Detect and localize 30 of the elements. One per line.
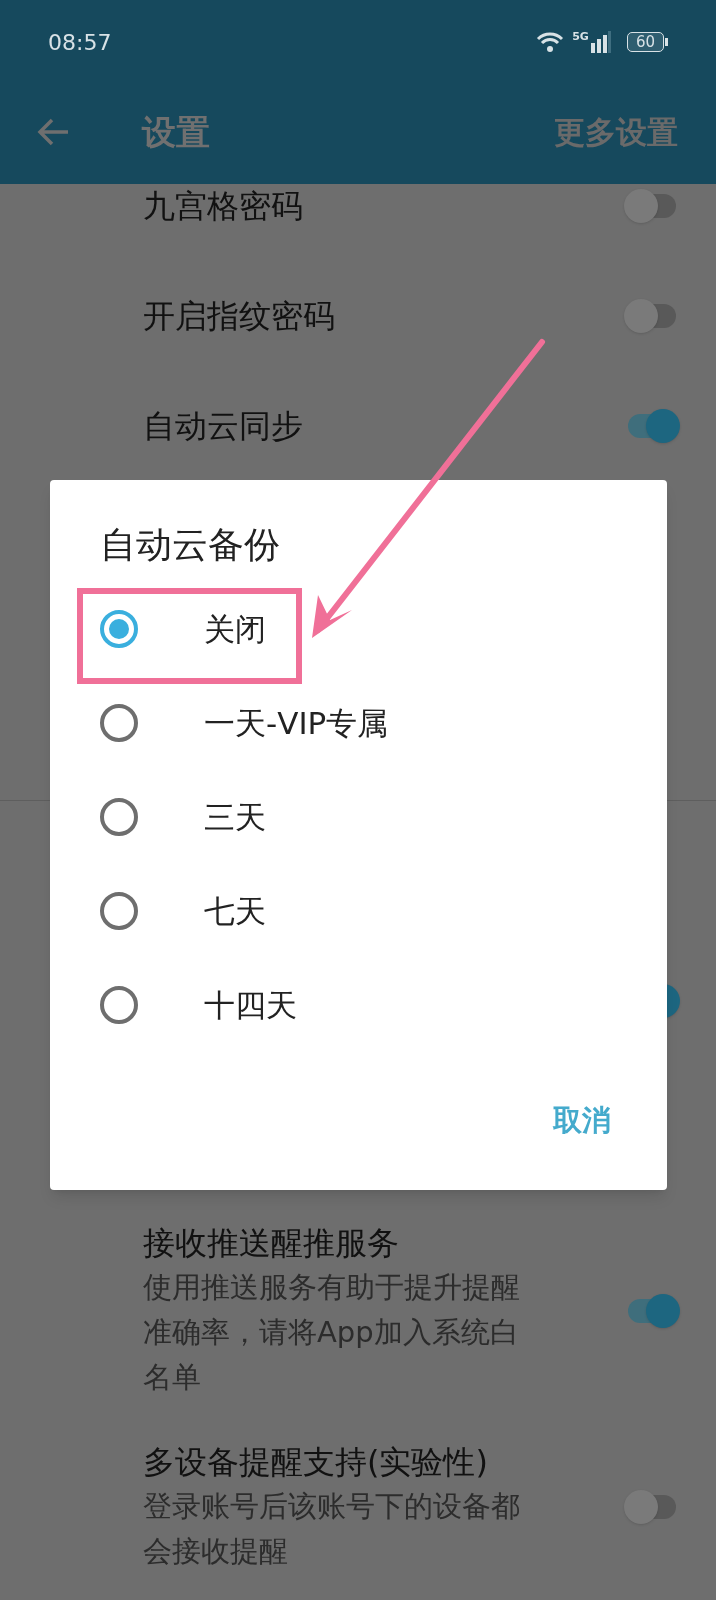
radio-option[interactable]: 关闭 [50, 582, 667, 676]
setting-title: 九宫格密码 [143, 186, 303, 227]
status-time: 08:57 [48, 28, 112, 57]
dialog-title: 自动云备份 [100, 523, 281, 567]
option-label: 三天 [204, 797, 266, 837]
option-label: 关闭 [204, 609, 266, 649]
app-bar-title: 设置 [142, 110, 210, 154]
setting-title: 多设备提醒支持(实验性) [143, 1442, 489, 1483]
radio-button[interactable] [100, 986, 138, 1024]
option-label: 七天 [204, 891, 266, 931]
setting-title: 开启指纹密码 [143, 296, 335, 337]
setting-description: 使用推送服务有助于提升提醒准确率，请将App加入系统白名单 [143, 1269, 521, 1396]
radio-button[interactable] [100, 798, 138, 836]
back-arrow-icon[interactable] [36, 117, 70, 147]
network-label: 5G [572, 31, 589, 42]
radio-option[interactable]: 一天-VIP专属 [50, 676, 667, 770]
wifi-icon [536, 31, 565, 53]
radio-button[interactable] [100, 610, 138, 648]
setting-description: 登录账号后该账号下的设备都会接收提醒 [143, 1488, 521, 1570]
setting-title: 接收推送醒推服务 [143, 1223, 400, 1264]
option-label: 一天-VIP专属 [204, 703, 389, 743]
radio-option[interactable]: 七天 [50, 864, 667, 958]
signal-icon [590, 31, 611, 53]
radio-button[interactable] [100, 704, 138, 742]
radio-option[interactable]: 三天 [50, 770, 667, 864]
battery-icon: 60 [626, 32, 664, 52]
radio-button[interactable] [100, 892, 138, 930]
option-label: 十四天 [204, 985, 297, 1025]
setting-title: 自动云同步 [143, 406, 303, 447]
radio-option[interactable]: 十四天 [50, 958, 667, 1052]
